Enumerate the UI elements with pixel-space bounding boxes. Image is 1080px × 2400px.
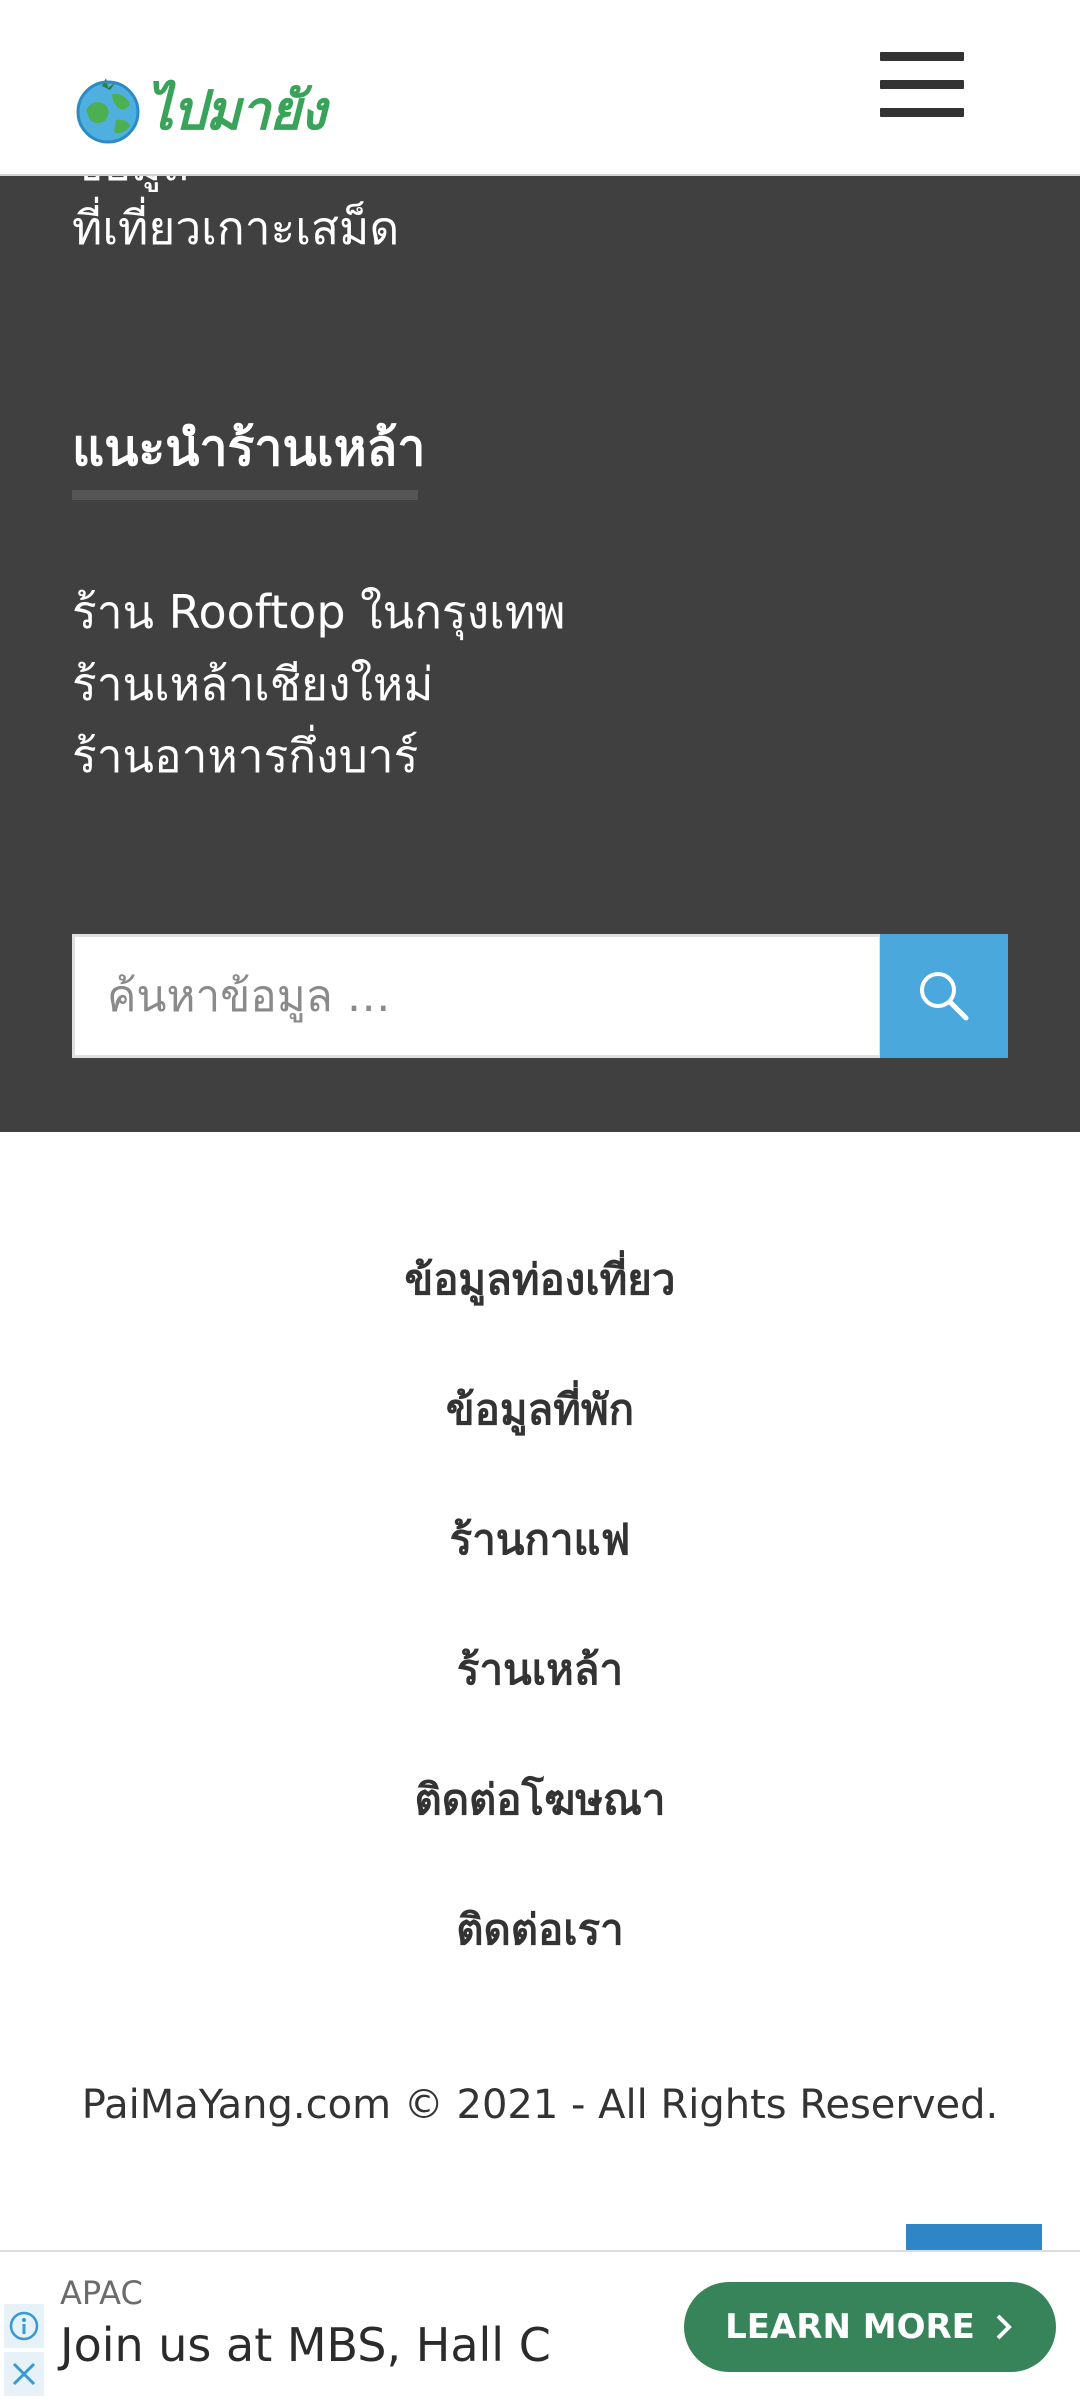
widget-list: ร้าน Rooftop ในกรุงเทพ ร้านเหล้าเชียงใหม… [72,576,565,792]
close-icon [12,2362,36,2386]
ad-info-icon[interactable] [4,2304,44,2348]
site-header: ไปมายัง [0,0,1080,176]
widget-title: แนะนำร้านเหล้า [72,419,426,477]
search-button[interactable] [880,934,1008,1058]
footer-link-accommodation[interactable]: ข้อมูลที่พัก [0,1345,1080,1475]
ad-brand: APAC [60,2274,143,2312]
menu-bar-middle [880,80,964,89]
footer-link-advertise[interactable]: ติดต่อโฆษณา [0,1735,1080,1865]
footer-link-cafe[interactable]: ร้านกาแฟ [0,1475,1080,1605]
widget-title-underline [72,490,418,500]
copyright-text: PaiMaYang.com © 2021 - All Rights Reserv… [81,2082,999,2128]
search-placeholder: ค้นหาข้อมูล … [107,971,391,1022]
menu-icon[interactable] [880,52,964,118]
ad-learn-more-button[interactable]: LEARN MORE [684,2282,1056,2372]
footer-link-bars[interactable]: ร้านเหล้า [0,1605,1080,1735]
globe-logo-icon [76,78,140,144]
menu-bar-bottom [880,108,964,117]
ad-banner[interactable]: APAC Join us at MBS, Hall C LEARN MORE [0,2250,1080,2400]
sidebar-widgets: ข้อมูล ที่เที่ยวเกาะเสม็ด แนะนำร้านเหล้า… [0,176,1080,1132]
widget-link-rooftop[interactable]: ร้าน Rooftop ในกรุงเทพ [72,576,565,648]
widget-link-chiangmai-bars[interactable]: ร้านเหล้าเชียงใหม่ [72,648,565,720]
footer-link-travel-info[interactable]: ข้อมูลท่องเที่ยว [0,1215,1080,1345]
widget-link-samet[interactable]: ที่เที่ยวเกาะเสม็ด [72,198,399,258]
widget-link-cut[interactable]: ข้อมูล [72,176,190,194]
footer-menu: ข้อมูลท่องเที่ยว ข้อมูลที่พัก ร้านกาแฟ ร… [0,1215,1080,1995]
search-input[interactable]: ค้นหาข้อมูล … [72,934,882,1058]
search-icon [920,972,969,1021]
menu-bar-top [880,52,964,61]
ad-close-icon[interactable] [4,2352,44,2396]
footer-link-contact[interactable]: ติดต่อเรา [0,1865,1080,1995]
info-icon [9,2311,39,2341]
ad-headline: Join us at MBS, Hall C [60,2318,551,2372]
widget-link-restaurant-bar[interactable]: ร้านอาหารกึ่งบาร์ [72,720,565,792]
logo-text: ไปมายัง [146,79,326,142]
ad-cta-label: LEARN MORE [725,2307,975,2347]
chevron-right-icon [996,2314,1012,2340]
site-logo[interactable]: ไปมายัง [72,70,326,150]
